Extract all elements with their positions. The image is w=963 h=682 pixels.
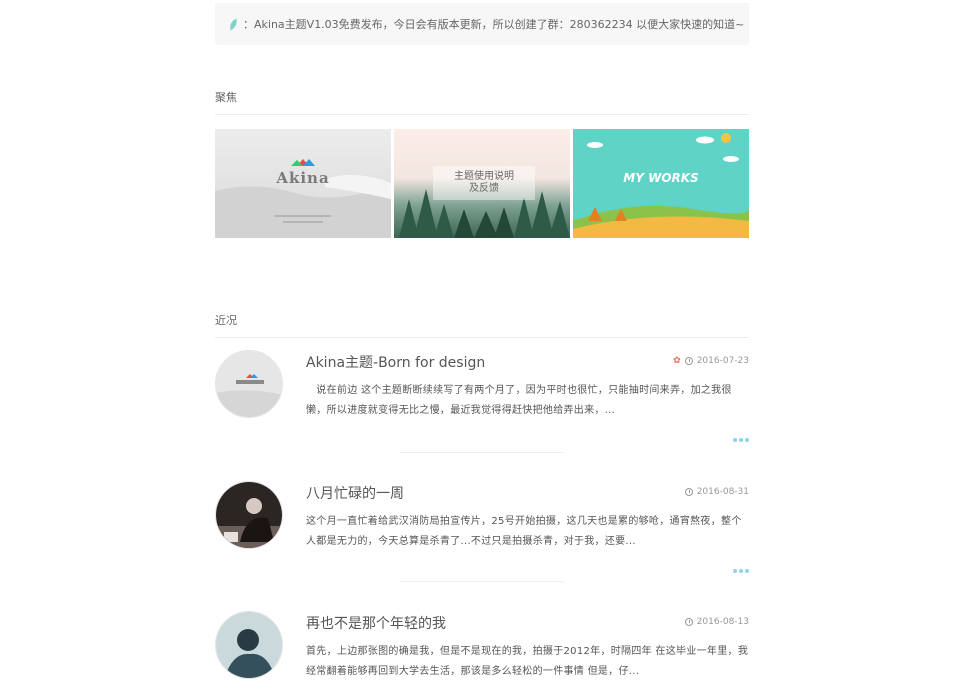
focus-item-works[interactable]: MY WORKS	[573, 129, 749, 238]
leaf-icon	[230, 18, 237, 30]
akina-label: Akina	[276, 169, 330, 187]
focus-section-title: 聚焦	[215, 89, 749, 115]
read-more-icon[interactable]	[733, 438, 749, 442]
read-more-icon[interactable]	[733, 569, 749, 573]
focus-gallery: Akina 主题使用说明 及反馈 MY WORKS	[215, 129, 749, 238]
post-thumbnail[interactable]	[215, 481, 283, 549]
post-excerpt: 首先，上边那张图的确是我，但是不是现在的我，拍摄于2012年，时隔四年 在这毕业…	[306, 646, 749, 677]
focus-item-akina[interactable]: Akina	[215, 129, 391, 238]
post-date: 2016-08-13	[696, 617, 749, 627]
clock-icon	[684, 618, 693, 626]
post-thumbnail[interactable]	[215, 350, 283, 418]
guide-label: 主题使用说明 及反馈	[433, 166, 535, 200]
post-meta: 2016-08-31	[684, 487, 749, 497]
focus-item-guide[interactable]: 主题使用说明 及反馈	[394, 129, 570, 238]
clock-icon	[684, 488, 693, 496]
post-excerpt: 这个月一直忙着给武汉消防局拍宣传片，25号开始拍摄，这几天也是累的够呛，通宵熬夜…	[306, 516, 742, 547]
hot-icon: ✿	[673, 356, 681, 366]
clock-icon	[684, 357, 693, 365]
post-title[interactable]: 八月忙碌的一周	[306, 483, 404, 503]
post-title[interactable]: Akina主题-Born for design	[306, 352, 485, 372]
post-title[interactable]: 再也不是那个年轻的我	[306, 613, 446, 633]
post-excerpt: 说在前边 这个主题断断续续写了有两个月了，因为平时也很忙，只能抽时间来弄，加之我…	[306, 385, 732, 416]
post-divider	[400, 581, 563, 582]
post-meta: ✿ 2016-07-23	[673, 356, 749, 366]
post-date: 2016-08-31	[696, 487, 749, 497]
post-divider	[400, 452, 563, 453]
post-date: 2016-07-23	[696, 356, 749, 366]
notice-text: ：Akina主题V1.03免费发布，今日会有版本更新，所以创建了群：280362…	[243, 18, 745, 31]
post-meta: 2016-08-13	[684, 617, 749, 627]
notice-bar: ：Akina主题V1.03免费发布，今日会有版本更新，所以创建了群：280362…	[215, 3, 749, 45]
post-thumbnail[interactable]	[215, 611, 283, 679]
recent-section-title: 近况	[215, 312, 749, 338]
works-label: MY WORKS	[623, 171, 699, 185]
